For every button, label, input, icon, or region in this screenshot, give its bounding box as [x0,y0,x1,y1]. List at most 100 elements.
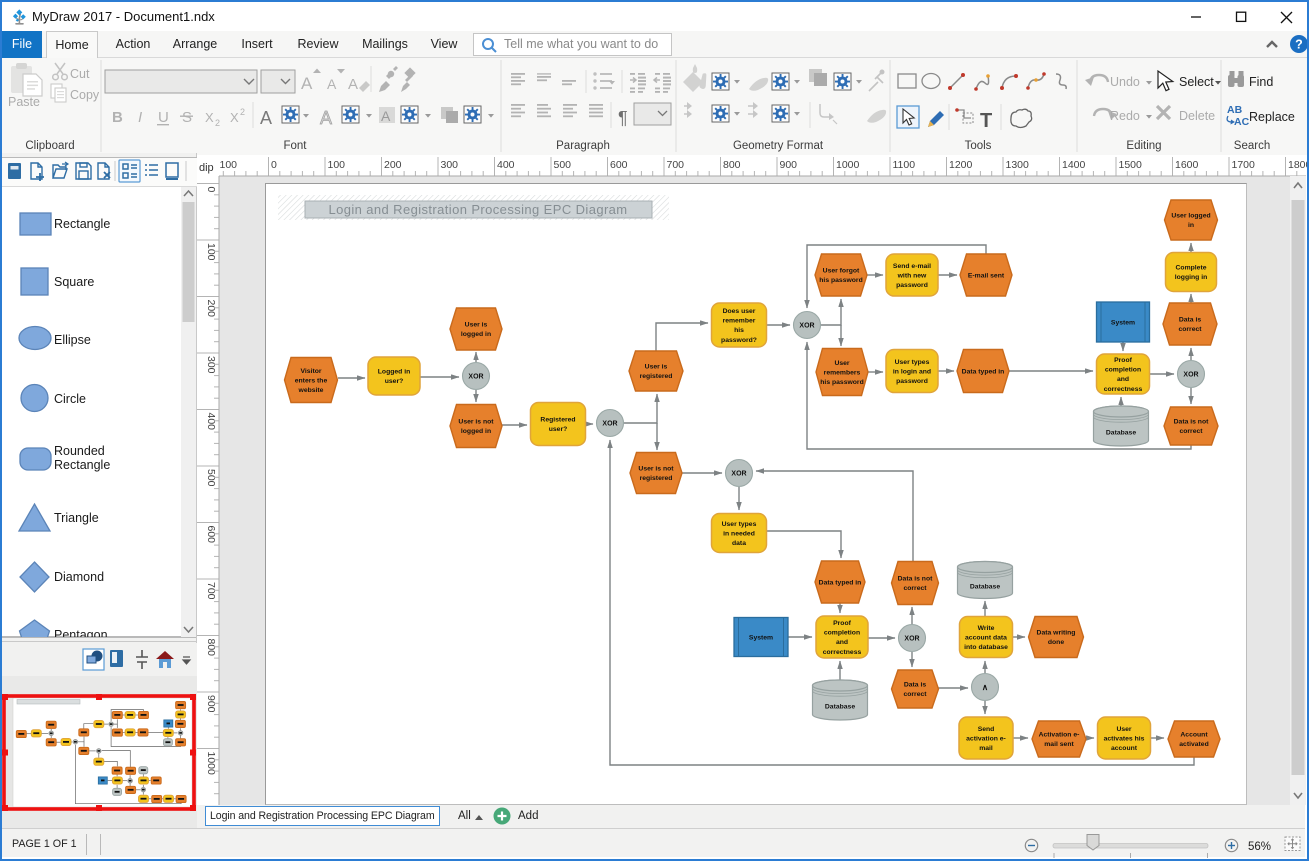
svg-text:700: 700 [205,582,217,600]
svg-text:100: 100 [328,159,346,171]
svg-text:56%: 56% [1248,841,1271,853]
svg-text:password: password [896,282,928,289]
svg-text:Account: Account [1180,732,1208,739]
svg-text:logging in: logging in [1175,274,1207,281]
svg-text:mail sent: mail sent [1044,741,1074,748]
svg-text:1400: 1400 [1062,159,1086,171]
svg-text:done: done [1048,639,1064,646]
svg-text:User is: User is [645,364,668,371]
svg-text:Does user: Does user [723,308,756,315]
svg-text:1100: 1100 [893,159,916,171]
svg-text:500: 500 [554,159,572,171]
svg-text:Data typed in: Data typed in [819,579,862,586]
svg-text:mail: mail [979,745,993,752]
svg-text:correct: correct [1179,428,1203,435]
svg-text:in login and: in login and [893,368,931,375]
svg-text:Visitor: Visitor [300,368,321,375]
svg-text:activated: activated [1179,741,1208,748]
svg-text:Write: Write [978,625,995,632]
svg-text:Data is: Data is [904,682,927,689]
svg-text:his password: his password [820,379,863,386]
svg-text:Data is not: Data is not [898,576,933,583]
svg-text:correct: correct [903,585,927,592]
svg-text:activates his: activates his [1104,735,1145,742]
svg-text:registered: registered [640,373,673,380]
svg-text:200: 200 [205,300,217,318]
svg-text:dip: dip [199,162,214,174]
svg-text:E-mail sent: E-mail sent [968,272,1005,279]
svg-text:remember: remember [723,318,756,325]
svg-text:registered: registered [640,475,673,482]
svg-text:User: User [1116,726,1131,733]
svg-text:200: 200 [384,159,402,171]
svg-text:User is: User is [465,322,488,329]
svg-text:600: 600 [610,159,628,171]
svg-text:400: 400 [205,413,217,431]
svg-text:into database: into database [964,644,1008,651]
svg-text:Send: Send [978,726,995,733]
svg-text:500: 500 [205,469,217,487]
svg-text:his: his [734,327,744,334]
svg-text:XOR: XOR [731,471,746,478]
svg-text:Data is not: Data is not [1174,419,1209,426]
svg-text:1500: 1500 [1119,159,1143,171]
svg-text:data: data [732,540,746,547]
svg-text:in needed: in needed [723,530,755,537]
svg-text:900: 900 [780,159,798,171]
svg-text:logged in: logged in [461,428,491,435]
svg-text:400: 400 [497,159,515,171]
svg-text:account: account [1111,745,1138,752]
svg-text:100: 100 [205,243,217,261]
svg-text:password: password [896,378,928,385]
svg-text:logged in: logged in [461,331,491,338]
svg-text:System: System [1111,319,1135,326]
svg-text:Data is: Data is [1179,317,1202,324]
svg-text:with new: with new [897,272,927,279]
svg-text:XOR: XOR [1183,372,1198,379]
svg-text:enters the: enters the [295,377,328,384]
svg-text:correct: correct [903,691,927,698]
svg-text:account data: account data [965,634,1007,641]
svg-text:1200: 1200 [949,159,973,171]
svg-text:Logged in: Logged in [378,369,410,376]
svg-text:password?: password? [721,337,757,344]
svg-text:user?: user? [549,426,568,433]
svg-text:User logged: User logged [1171,213,1210,220]
svg-text:0: 0 [205,187,217,193]
svg-text:and: and [836,639,848,646]
svg-text:Send e-mail: Send e-mail [893,263,931,270]
svg-text:Database: Database [1106,429,1136,436]
svg-text:in: in [1188,222,1194,229]
svg-text:activation e-: activation e- [966,735,1006,742]
svg-text:0: 0 [271,159,277,171]
svg-text:1700: 1700 [1232,159,1256,171]
svg-text:800: 800 [723,159,741,171]
svg-text:completion: completion [1105,367,1141,374]
svg-text:Database: Database [825,703,855,710]
svg-text:Activation e-: Activation e- [1039,732,1080,739]
svg-text:Complete: Complete [1176,265,1207,272]
svg-text:User is not: User is not [638,466,674,473]
svg-text:Login and Registration Process: Login and Registration Processing EPC Di… [328,202,627,217]
svg-text:correctness: correctness [823,649,862,656]
svg-text:800: 800 [205,639,217,657]
svg-text:remembers: remembers [824,369,861,376]
svg-text:Registered: Registered [540,417,575,424]
svg-text:1000: 1000 [836,159,860,171]
svg-text:and: and [1117,376,1129,383]
svg-text:∧: ∧ [982,682,988,692]
svg-text:User: User [834,360,849,367]
svg-text:XOR: XOR [904,636,919,643]
svg-text:completion: completion [824,630,860,637]
svg-text:correct: correct [1178,326,1202,333]
svg-text:1800: 1800 [1288,159,1309,171]
svg-text:XOR: XOR [799,323,814,330]
svg-text:Proof: Proof [833,620,851,627]
svg-text:300: 300 [205,356,217,374]
svg-text:User is not: User is not [458,419,494,426]
svg-text:300: 300 [441,159,459,171]
svg-text:User types: User types [895,359,930,366]
svg-text:Database: Database [970,583,1000,590]
svg-text:Data writing: Data writing [1037,630,1076,637]
svg-text:his password: his password [819,277,862,284]
